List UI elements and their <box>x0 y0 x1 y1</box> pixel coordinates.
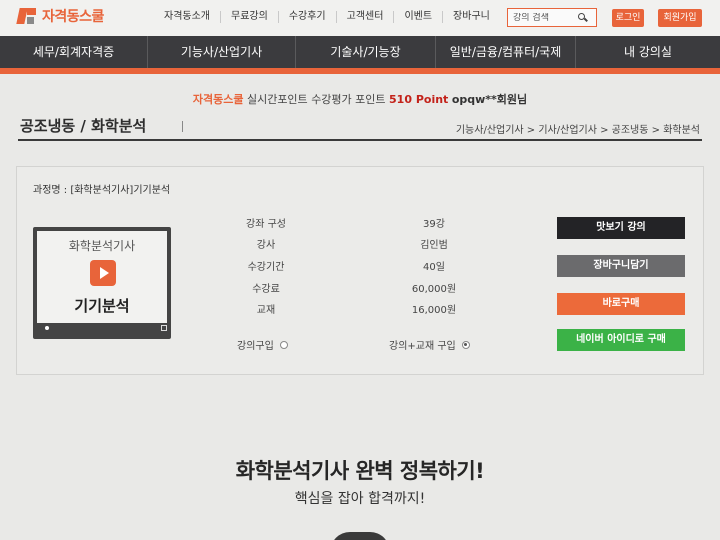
info-value-instructor: 김인범 <box>420 240 448 251</box>
login-button[interactable]: 로그인 <box>612 9 644 27</box>
main-nav-my-classroom[interactable]: 내 강의실 <box>576 36 720 68</box>
breadcrumb: 기능사/산업기사 > 기사/산업기사 > 공조냉동 > 화학분석 <box>455 125 700 136</box>
option-lecture-only-label: 강의구입 <box>237 341 274 352</box>
nav-accent-line <box>0 68 720 74</box>
search-icon[interactable] <box>576 11 590 25</box>
top-header: 자격동스쿨 자격동소개 무료강의 수강후기 고객센터 이벤트 장바구니 로그인 … <box>0 0 720 36</box>
top-nav-events[interactable]: 이벤트 <box>393 11 442 23</box>
promo-image-edge <box>330 532 390 540</box>
promo-subline: 핵심을 잡아 합격까지! <box>294 491 426 507</box>
course-name: 과정명 : [화학분석기사]기기분석 <box>33 185 171 196</box>
points-brand: 자격동스쿨 <box>192 93 244 106</box>
fullscreen-icon <box>161 325 167 331</box>
thumbnail-subtitle: 기기분석 <box>74 297 130 315</box>
join-button[interactable]: 회원가입 <box>658 9 702 27</box>
top-nav-reviews[interactable]: 수강후기 <box>277 11 336 23</box>
info-label-period: 수강기간 <box>247 262 285 273</box>
main-nav: 세무/회계자격증 기능사/산업기사 기술사/기능장 일반/금융/컴퓨터/국제 내… <box>0 36 720 68</box>
course-thumbnail[interactable]: 화학분석기사 기기분석 <box>33 227 171 339</box>
points-text-realtime: 실시간포인트 <box>246 93 308 106</box>
info-value-lectures: 39강 <box>423 219 445 230</box>
top-nav-about[interactable]: 자격동소개 <box>158 11 220 23</box>
info-label-instructor: 강사 <box>256 240 276 251</box>
add-to-cart-button[interactable]: 장바구니담기 <box>557 255 685 277</box>
top-nav-customer-center[interactable]: 고객센터 <box>335 11 394 23</box>
info-label-lectures: 강좌 구성 <box>246 219 286 230</box>
play-icon[interactable] <box>90 260 116 286</box>
main-nav-engineer[interactable]: 기술사/기능장 <box>296 36 436 68</box>
thumbnail-title: 화학분석기사 <box>68 239 136 253</box>
main-nav-general-finance[interactable]: 일반/금융/컴퓨터/국제 <box>436 36 576 68</box>
buy-now-button[interactable]: 바로구매 <box>557 293 685 315</box>
preview-lecture-button[interactable]: 맛보기 강의 <box>557 217 685 239</box>
site-logo[interactable]: 자격동스쿨 <box>16 6 104 26</box>
points-value: 510 Point <box>389 93 449 106</box>
points-text-review: 수강평가 포인트 <box>311 93 386 106</box>
page-title: 공조냉동 / 화학분석 <box>20 117 147 135</box>
info-value-fee: 60,000원 <box>411 284 457 295</box>
option-lecture-only[interactable]: 강의구입 <box>237 337 288 352</box>
top-nav-free-lectures[interactable]: 무료강의 <box>220 11 278 23</box>
info-label-textbook: 교재 <box>256 305 276 316</box>
option-lecture-only-radio[interactable] <box>279 340 288 349</box>
main-nav-tax-accounting[interactable]: 세무/회계자격증 <box>0 36 148 68</box>
search-box <box>507 8 597 27</box>
option-lecture-textbook-label: 강의+교재 구입 <box>389 341 456 352</box>
info-value-textbook: 16,000원 <box>411 305 457 316</box>
option-lecture-textbook[interactable]: 강의+교재 구입 <box>389 337 470 352</box>
points-user: opqw**회원님 <box>451 93 528 106</box>
info-label-fee: 수강료 <box>252 284 280 295</box>
title-underline <box>18 139 702 141</box>
naver-pay-button[interactable]: 네이버 아이디로 구매 <box>557 329 685 351</box>
logo-icon <box>16 6 38 26</box>
thumbnail-dot-icon <box>45 326 49 330</box>
search-input[interactable] <box>508 12 576 23</box>
top-nav-cart[interactable]: 장바구니 <box>442 11 500 23</box>
info-value-period: 40일 <box>423 262 445 273</box>
option-lecture-textbook-radio[interactable] <box>461 340 470 349</box>
course-box: 과정명 : [화학분석기사]기기분석 화학분석기사 기기분석 강좌 구성 39강… <box>16 166 704 375</box>
main-nav-craftsman[interactable]: 기능사/산업기사 <box>148 36 296 68</box>
promo-headline: 화학분석기사 완벽 정복하기! <box>235 459 485 483</box>
thumbnail-screen: 화학분석기사 기기분석 <box>37 231 167 323</box>
top-nav: 자격동소개 무료강의 수강후기 고객센터 이벤트 장바구니 <box>158 11 500 23</box>
title-divider <box>182 121 183 132</box>
logo-text: 자격동스쿨 <box>42 9 104 25</box>
points-bar: 자격동스쿨 실시간포인트 수강평가 포인트 510 Point opqw**회원… <box>0 91 720 107</box>
